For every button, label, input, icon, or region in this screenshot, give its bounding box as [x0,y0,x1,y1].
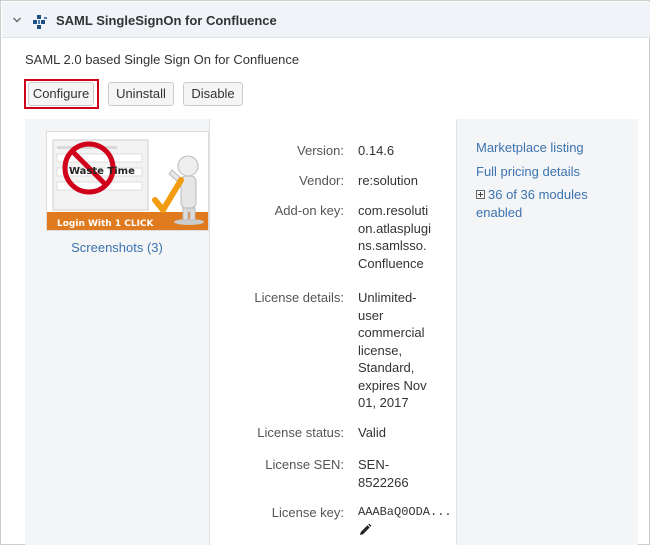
thumbnail-graphic: Waste Time Login With 1 CLICK [47,139,208,230]
license-details-line: commercial [358,325,425,340]
license-sen-line: SEN- [358,457,390,472]
uninstall-button[interactable]: Uninstall [108,82,174,106]
addon-key-line: ns.samlsso. [358,238,427,253]
pencil-icon[interactable] [358,523,372,537]
plugin-name[interactable]: SAML SingleSignOn for Confluence [56,13,277,28]
full-pricing-link[interactable]: Full pricing details [476,163,580,181]
details-column: Version: 0.14.6 Vendor: re:solution Add-… [209,119,457,545]
license-key-value: AAABaQ0ODA... [358,505,452,519]
plugin-panel: SAML SingleSignOn for Confluence SAML 2.… [0,0,650,545]
modules-enabled-text[interactable]: enabled [476,205,522,220]
vendor-value: re:solution [358,173,418,188]
license-status-value: Valid [358,425,386,440]
addon-key-line: Confluence [358,255,424,271]
thumbnail-text-2: Login With 1 CLICK [57,219,155,229]
expand-icon[interactable] [476,190,485,199]
license-status-label: License status: [257,425,344,440]
thumbnail-text-1: Waste Time [69,166,135,177]
license-key-label: License key: [271,505,344,520]
marketplace-listing-link[interactable]: Marketplace listing [476,139,584,157]
modules-count[interactable]: 36 of 36 modules [488,187,588,202]
screenshots-column: Waste Time Login With 1 CLICK Screenshot… [25,119,209,545]
plugin-details: Waste Time Login With 1 CLICK Screenshot… [25,119,638,545]
configure-highlight-box [24,79,99,109]
license-sen-value: SEN- 8522266 [358,456,454,491]
vendor-label: Vendor: [299,173,344,188]
license-sen-label: License SEN: [265,457,344,472]
license-sen-line: 8522266 [358,474,409,490]
links-column: Marketplace listing Full pricing details… [457,119,638,545]
plugin-icon [33,15,47,29]
screenshots-link[interactable]: Screenshots (3) [25,240,209,255]
license-details-line: user [358,307,384,323]
addon-key-label: Add-on key: [274,203,344,218]
license-details-label: License details: [254,290,344,305]
chevron-down-icon[interactable] [12,15,22,25]
license-details-line: Standard, [358,360,415,375]
license-details-line: license, [358,342,403,358]
modules-toggle[interactable]: 36 of 36 modules enabled [476,186,588,222]
license-details-line: Unlimited- [358,290,417,305]
disable-button[interactable]: Disable [183,82,243,106]
addon-key-value: com.resoluti on.atlasplugi ns.samlsso. C… [358,202,454,272]
license-details-line: expires Nov [358,377,427,393]
plugin-description: SAML 2.0 based Single Sign On for Conflu… [25,52,300,67]
license-details-value: Unlimited- user commercial license, Stan… [358,289,454,412]
addon-key-line: com.resoluti [358,203,429,218]
addon-key-line: on.atlasplugi [358,220,431,236]
license-details-line: 01, 2017 [358,395,409,410]
version-value: 0.14.6 [358,143,395,158]
plugin-header[interactable]: SAML SingleSignOn for Confluence [2,2,650,38]
screenshot-thumbnail[interactable]: Waste Time Login With 1 CLICK [46,131,209,231]
version-label: Version: [297,143,344,158]
